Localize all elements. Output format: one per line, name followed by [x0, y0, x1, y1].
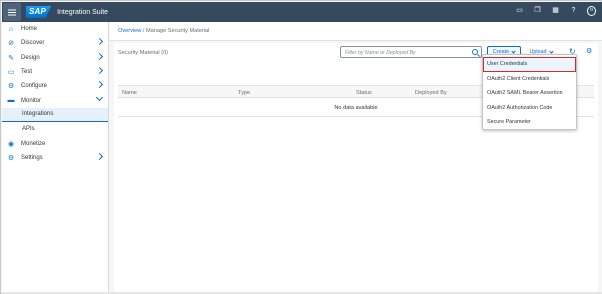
create-dropdown-menu: User Credentials OAuth2 Client Credentia… [482, 54, 577, 130]
breadcrumb-overview-link[interactable]: Overview [118, 28, 141, 34]
chevron-down-icon [95, 94, 104, 102]
help-icon[interactable]: ? [569, 6, 578, 16]
sidebar-item-label: Home [21, 26, 38, 33]
user-icon[interactable]: o [587, 6, 596, 16]
column-header-status[interactable]: Status [356, 90, 372, 96]
breadcrumb-current: Manage Security Material [145, 28, 210, 34]
sidebar-item-monitor[interactable]: ▬ Monitor [2, 93, 108, 107]
shell-bar: SAP Integration Suite ▭ ❐ ▦ ? o [2, 2, 602, 22]
breadcrumb: Overview / Manage Security Material [118, 28, 209, 34]
sidebar-item-label: Monetize [21, 140, 46, 147]
test-icon: ▭ [7, 69, 15, 77]
chevron-right-icon [95, 38, 104, 46]
chevron-right-icon [95, 152, 104, 160]
sidebar-item-home[interactable]: ⌂ Home [2, 22, 108, 36]
copy-icon[interactable]: ❐ [533, 6, 542, 16]
menu-item-secure-parameter[interactable]: Secure Parameter [483, 115, 576, 130]
menu-item-oauth2-authorization-code[interactable]: OAuth2 Authorization Code [483, 101, 576, 116]
menu-icon[interactable] [3, 3, 21, 21]
compass-icon: ⊘ [8, 40, 14, 48]
configure-icon: ⚙ [7, 83, 15, 91]
sidebar-item-label: Settings [21, 154, 43, 161]
sidebar-item-label: Configure [21, 83, 48, 90]
chevron-right-icon [95, 81, 104, 89]
search-placeholder: Filter by Name or Deployed By [345, 49, 416, 56]
chevron-right-icon [95, 52, 104, 60]
menu-item-oauth2-client-credentials[interactable]: OAuth2 Client Credentials [483, 72, 576, 87]
sidebar-item-label: APIs [22, 126, 35, 133]
app-frame: SAP Integration Suite ▭ ❐ ▦ ? o ⌂ Home ⊘… [0, 0, 602, 294]
sidebar-item-test[interactable]: ▭ Test [2, 65, 108, 79]
sidebar-item-monetize[interactable]: ◉ Monetize [2, 136, 108, 150]
sidebar-item-discover[interactable]: ⊘ Discover [2, 36, 108, 50]
search-input[interactable]: Filter by Name or Deployed By [340, 46, 482, 58]
sidebar-item-label: Discover [21, 40, 45, 47]
menu-item-user-credentials[interactable]: User Credentials [483, 57, 576, 72]
sidebar-item-integrations[interactable]: Integrations [2, 107, 108, 123]
shell-actions: ▭ ❐ ▦ ? o [515, 6, 596, 16]
grid-icon[interactable]: ▦ [551, 6, 560, 16]
sidebar-item-settings[interactable]: ⚙ Settings [2, 151, 108, 165]
monetize-icon: ◉ [7, 140, 15, 148]
side-navigation: ⌂ Home ⊘ Discover ✎ Design ▭ Test ⚙ Conf… [2, 22, 109, 294]
app-title: Integration Suite [57, 8, 109, 16]
sidebar-item-label: Monitor [21, 97, 42, 104]
sidebar-item-configure[interactable]: ⚙ Configure [2, 79, 108, 93]
column-header-type[interactable]: Type [238, 90, 250, 96]
home-icon: ⌂ [8, 25, 14, 33]
sidebar-item-label: Test [21, 69, 33, 76]
column-header-deployed-by[interactable]: Deployed By [415, 90, 447, 96]
sidebar-item-label: Design [21, 54, 40, 61]
chevron-right-icon [95, 66, 104, 74]
sidebar-item-design[interactable]: ✎ Design [2, 51, 108, 65]
breadcrumb-bar: Overview / Manage Security Material [110, 22, 602, 41]
sidebar-item-label: Integrations [22, 111, 54, 118]
pencil-icon: ✎ [8, 54, 14, 62]
menu-item-oauth2-saml-bearer-assertion[interactable]: OAuth2 SAML Bearer Assertion [483, 86, 576, 101]
settings-icon[interactable]: ⚙ [586, 48, 592, 56]
sidebar-item-apis[interactable]: APIs [2, 122, 108, 136]
settings-icon: ⚙ [7, 154, 15, 162]
notes-icon[interactable]: ▭ [515, 6, 524, 16]
monitor-icon: ▬ [7, 97, 15, 105]
column-header-name[interactable]: Name [122, 90, 137, 96]
search-icon[interactable] [472, 49, 478, 55]
chevron-down-icon [548, 48, 554, 54]
sap-logo: SAP [26, 6, 52, 18]
table-title: Security Material (0) [118, 50, 169, 56]
chevron-down-icon [511, 48, 516, 54]
